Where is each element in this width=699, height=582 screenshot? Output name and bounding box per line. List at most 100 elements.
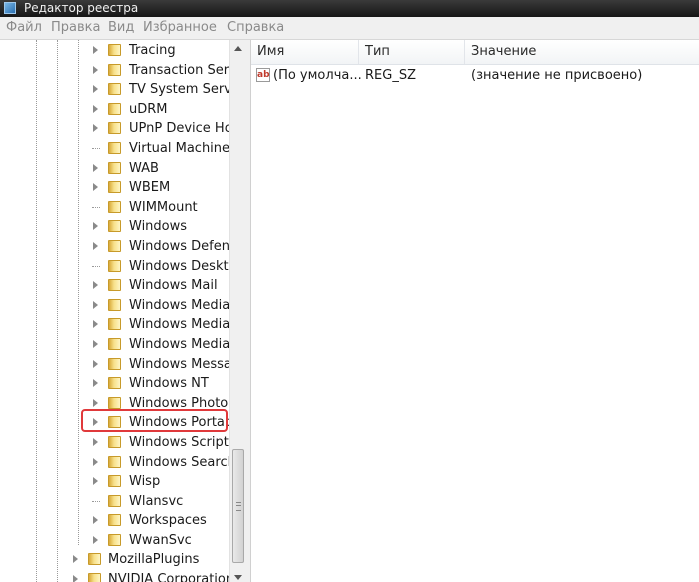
tree-item-label: Tracing	[129, 43, 176, 58]
folder-icon	[108, 298, 121, 311]
expand-arrow-icon[interactable]	[93, 340, 98, 348]
tree-item-udrm[interactable]: uDRM	[0, 100, 230, 119]
folder-icon	[108, 475, 121, 488]
menu-view[interactable]: Вид	[108, 17, 134, 39]
column-header-name[interactable]: Имя	[251, 40, 359, 64]
folder-icon	[108, 279, 121, 292]
tree-item-transaction-serve[interactable]: Transaction Serve	[0, 61, 245, 80]
list-row[interactable]: ab (По умолча... REG_SZ (значение не при…	[251, 66, 699, 86]
tree-item-windows-media[interactable]: Windows Media	[0, 315, 230, 334]
folder-icon	[108, 259, 121, 272]
expand-arrow-icon[interactable]	[73, 555, 78, 563]
list-header: Имя Тип Значение	[251, 40, 699, 65]
folder-icon	[108, 377, 121, 390]
folder-icon	[108, 200, 121, 213]
tree-item-windows-mail[interactable]: Windows Mail	[0, 276, 230, 295]
menu-help[interactable]: Справка	[227, 17, 284, 39]
column-header-value[interactable]: Значение	[465, 40, 699, 64]
tree-item-label: Windows Media	[129, 337, 231, 352]
expand-arrow-icon[interactable]	[93, 183, 98, 192]
tree-item-label: Windows Deskto	[129, 258, 237, 274]
tree-item-label: NVIDIA Corporation	[108, 571, 235, 582]
tree-item-tv-system-servic[interactable]: TV System Servic	[0, 80, 243, 99]
folder-icon	[108, 63, 121, 76]
scroll-thumb[interactable]	[232, 449, 244, 563]
tree-item-label: TV System Servic	[129, 82, 243, 98]
tree-item-label: Windows Media	[129, 297, 231, 313]
expand-arrow-icon[interactable]	[93, 438, 98, 446]
tree-item-windows-media[interactable]: Windows Media	[0, 296, 230, 315]
scroll-down-arrow-icon[interactable]	[234, 575, 242, 580]
tree-item-windows-deskto[interactable]: Windows Deskto	[0, 257, 237, 276]
tree-item-windows-search[interactable]: Windows Search	[0, 453, 236, 472]
tree-item-label: uDRM	[129, 101, 168, 117]
tree-item-label: Windows Messag	[129, 356, 241, 372]
expand-arrow-icon[interactable]	[93, 124, 98, 133]
expand-arrow-icon[interactable]	[93, 516, 98, 525]
tree-item-label: Windows Defend	[129, 239, 239, 254]
tree-connector	[92, 265, 100, 267]
expand-arrow-icon[interactable]	[93, 104, 98, 113]
tree-connector	[92, 148, 100, 149]
tree-item-windows[interactable]: Windows	[0, 217, 230, 236]
expand-arrow-icon[interactable]	[93, 536, 98, 544]
expand-arrow-icon[interactable]	[93, 359, 98, 368]
menu-edit[interactable]: Правка	[51, 17, 100, 39]
tree-item-label: Windows Mail	[129, 278, 218, 294]
tree-item-windows-script-h[interactable]: Windows Script H	[0, 433, 243, 452]
tree-item-label: Wisp	[129, 474, 161, 490]
key-tree[interactable]: Tracing Transaction Serve TV System Servic…	[0, 40, 246, 582]
folder-icon	[108, 240, 121, 252]
menu-file[interactable]: Файл	[6, 17, 42, 39]
tree-item-label: Workspaces	[129, 513, 207, 529]
tree-item-label: MozillaPlugins	[108, 552, 200, 567]
menu-favorites[interactable]: Избранное	[143, 17, 217, 39]
tree-item-wwansvc[interactable]: WwanSvc	[0, 531, 230, 550]
expand-arrow-icon[interactable]	[93, 300, 98, 309]
expand-arrow-icon[interactable]	[73, 574, 78, 582]
menu-bar: Файл Правка Вид Избранное Справка	[0, 17, 699, 40]
tree-item-wisp[interactable]: Wisp	[0, 472, 230, 491]
expand-arrow-icon[interactable]	[93, 477, 98, 486]
expand-arrow-icon[interactable]	[93, 379, 98, 388]
expand-arrow-icon[interactable]	[93, 163, 98, 172]
tree-item-workspaces[interactable]: Workspaces	[0, 511, 230, 530]
expand-arrow-icon[interactable]	[93, 320, 98, 329]
tree-item-label: Transaction Serve	[129, 62, 245, 78]
expand-arrow-icon[interactable]	[93, 46, 98, 54]
tree-item-label: WBEM	[129, 180, 171, 196]
column-header-type[interactable]: Тип	[359, 40, 465, 64]
expand-arrow-icon[interactable]	[93, 242, 98, 250]
scroll-up-arrow-icon[interactable]	[234, 46, 242, 51]
expand-arrow-icon[interactable]	[93, 85, 98, 94]
values-list[interactable]: Имя Тип Значение ab (По умолча... REG_SZ…	[251, 40, 699, 582]
tree-item-wimmount[interactable]: WIMMount	[0, 198, 230, 217]
expand-arrow-icon[interactable]	[93, 457, 98, 466]
tree-item-tracing[interactable]: Tracing	[0, 41, 230, 60]
folder-icon	[108, 534, 121, 546]
grip-icon	[236, 502, 241, 511]
tree-item-wab[interactable]: WAB	[0, 159, 230, 178]
tree-item-label: Windows Script H	[129, 435, 243, 450]
tree-item-windows-messag[interactable]: Windows Messag	[0, 355, 240, 374]
tree-item-windows-nt[interactable]: Windows NT	[0, 374, 230, 393]
tree-item-label: Windows	[129, 219, 188, 235]
tree-vertical-scrollbar[interactable]	[229, 40, 246, 582]
expand-arrow-icon[interactable]	[93, 398, 98, 407]
tree-item-nvidia-corporation[interactable]: NVIDIA Corporation	[0, 570, 234, 582]
tree-item-windows-media[interactable]: Windows Media	[0, 335, 230, 354]
tree-item-wbem[interactable]: WBEM	[0, 178, 230, 197]
tree-item-wlansvc[interactable]: Wlansvc	[0, 492, 230, 511]
tree-item-virtual-machine[interactable]: Virtual Machine	[0, 139, 230, 158]
tree-item-upnp-device-hos[interactable]: UPnP Device Hos	[0, 119, 239, 138]
tree-item-label: Virtual Machine	[129, 141, 231, 156]
folder-icon	[108, 181, 121, 194]
folder-icon	[108, 357, 121, 370]
expand-arrow-icon[interactable]	[93, 281, 98, 290]
tree-item-mozillaplugins[interactable]: MozillaPlugins	[0, 550, 230, 569]
tree-item-label: Windows NT	[129, 376, 209, 392]
tree-item-windows-defend[interactable]: Windows Defend	[0, 237, 238, 256]
expand-arrow-icon[interactable]	[93, 65, 98, 74]
expand-arrow-icon[interactable]	[93, 222, 98, 231]
folder-icon	[108, 455, 121, 468]
